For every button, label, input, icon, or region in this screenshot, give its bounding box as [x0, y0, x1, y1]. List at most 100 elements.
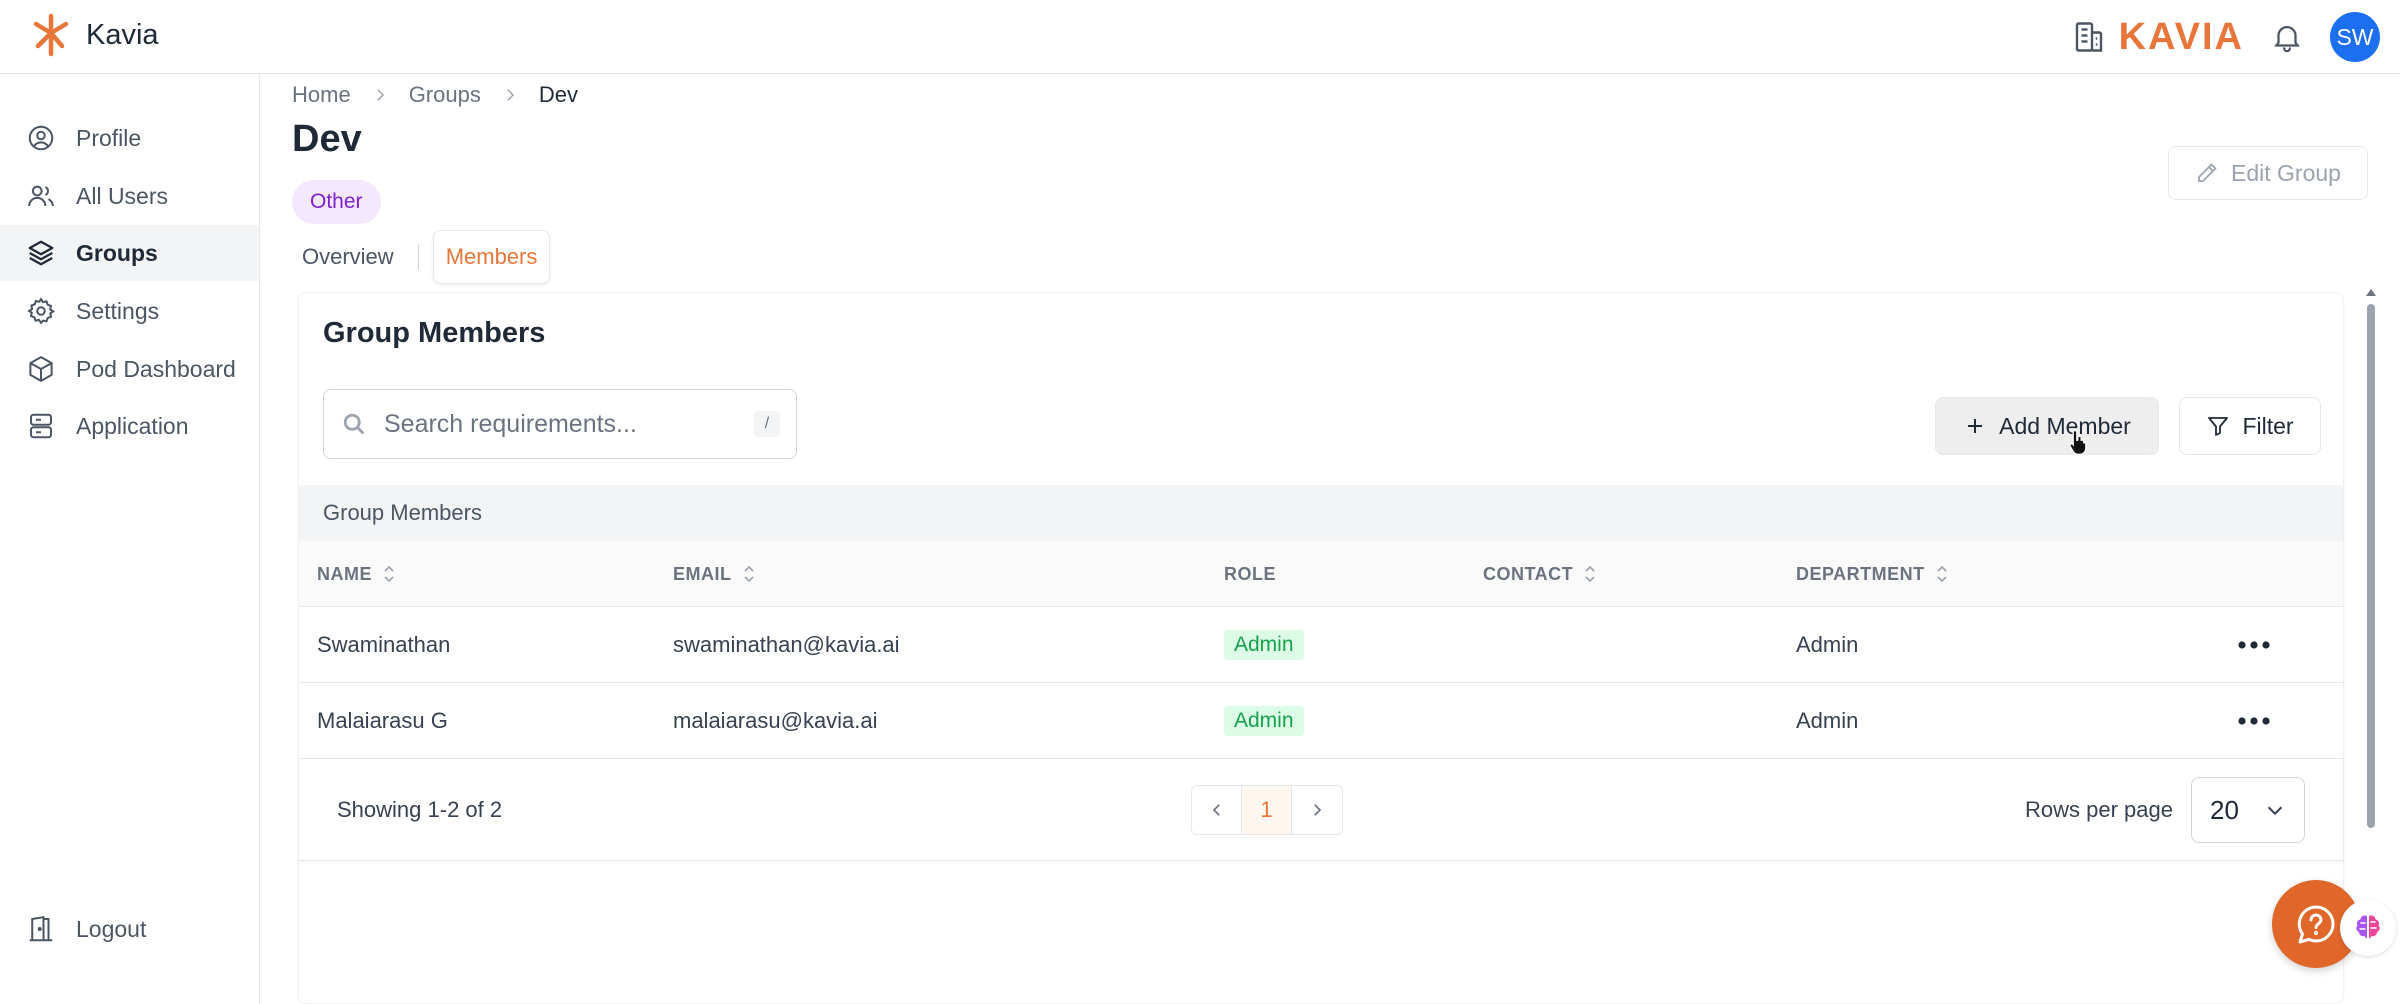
cell-department: Admin	[1796, 708, 1859, 733]
sidebar-item-application[interactable]: Application	[0, 398, 259, 454]
breadcrumb: Home Groups Dev	[292, 82, 578, 108]
rows-per-page-select[interactable]: 20	[2191, 777, 2305, 843]
cell-role: Admin	[1224, 683, 1304, 759]
layers-icon	[28, 240, 54, 266]
sort-icon	[743, 565, 754, 583]
column-header-contact[interactable]: CONTACT	[1483, 541, 1597, 607]
cell-name: Malaiarasu G	[317, 708, 448, 733]
sidebar-item-groups[interactable]: Groups	[0, 225, 259, 281]
brand[interactable]: Kavia	[28, 12, 159, 58]
top-right-actions: KAVIA SW	[2071, 12, 2380, 62]
users-icon	[28, 185, 54, 207]
ai-assistant-button[interactable]	[2340, 900, 2396, 956]
members-panel: Group Members / Add Member Filter Group …	[298, 292, 2344, 1004]
box-icon	[29, 356, 53, 382]
brand-name: Kavia	[86, 18, 159, 51]
sidebar-item-label: Logout	[76, 915, 147, 942]
search-input[interactable]	[384, 409, 738, 439]
pencil-icon	[2198, 163, 2217, 182]
edit-group-button[interactable]: Edit Group	[2168, 146, 2368, 200]
sidebar-item-all-users[interactable]: All Users	[0, 168, 259, 224]
pagination: 1	[1191, 785, 1343, 835]
brand-wordmark: KAVIA	[2118, 15, 2244, 58]
sidebar-item-logout[interactable]: Logout	[0, 901, 259, 957]
top-bar: Kavia KAVIA SW	[0, 0, 2400, 74]
table-header: NAME EMAIL ROLE CONTACT DEPARTMENT	[299, 541, 2343, 607]
tabs: Overview Members	[292, 230, 551, 284]
row-actions-button[interactable]	[2237, 683, 2271, 759]
sidebar-item-label: Settings	[76, 297, 160, 324]
sidebar: Profile All Users Groups Settings Pod Da…	[0, 74, 260, 1004]
chevron-right-icon	[376, 89, 384, 101]
prev-page-button[interactable]	[1192, 786, 1242, 834]
cell-department: Admin	[1796, 632, 1859, 657]
filter-button[interactable]: Filter	[2179, 397, 2321, 455]
scrollbar-thumb[interactable]	[2367, 304, 2375, 828]
search-box: /	[323, 389, 797, 459]
add-member-label: Add Member	[1999, 412, 2131, 439]
row-actions-button[interactable]	[2237, 607, 2271, 683]
hand-cursor-icon	[2069, 429, 2087, 455]
search-icon	[343, 413, 365, 435]
role-badge: Admin	[1224, 706, 1304, 736]
chevron-right-icon	[507, 89, 514, 101]
sidebar-item-pod-dashboard[interactable]: Pod Dashboard	[0, 341, 259, 397]
sidebar-item-profile[interactable]: Profile	[0, 110, 259, 166]
group-type-chip: Other	[292, 180, 381, 224]
edit-group-label: Edit Group	[2231, 159, 2341, 186]
cell-email: swaminathan@kavia.ai	[673, 632, 900, 657]
help-chat-icon	[2297, 905, 2335, 944]
table-caption: Group Members	[299, 485, 2343, 541]
chevron-down-icon	[2267, 806, 2283, 816]
sidebar-item-label: Groups	[76, 239, 158, 266]
next-page-button[interactable]	[1292, 786, 1342, 834]
search-shortcut-hint: /	[754, 411, 780, 437]
brain-icon	[2356, 915, 2380, 939]
panel-title: Group Members	[323, 317, 546, 349]
breadcrumb-groups[interactable]: Groups	[409, 82, 481, 108]
tab-members[interactable]: Members	[432, 230, 551, 284]
column-header-label: EMAIL	[673, 563, 732, 584]
sort-icon	[1585, 565, 1595, 583]
avatar[interactable]: SW	[2330, 12, 2380, 62]
sidebar-item-label: Pod Dashboard	[76, 355, 236, 382]
column-header-role: ROLE	[1224, 541, 1276, 607]
sidebar-item-label: Application	[76, 412, 189, 439]
cell-email: malaiarasu@kavia.ai	[673, 708, 878, 733]
cell-name: Swaminathan	[317, 632, 451, 657]
chevron-right-icon	[1314, 804, 1322, 816]
sort-icon	[1937, 565, 1947, 583]
more-horizontal-icon	[2238, 717, 2270, 725]
scroll-up-arrow-icon[interactable]	[2364, 286, 2378, 298]
filter-label: Filter	[2242, 412, 2294, 439]
table-footer: Showing 1-2 of 2 1 Rows per page 20	[299, 759, 2343, 861]
sidebar-item-settings[interactable]: Settings	[0, 283, 259, 339]
table-row[interactable]: Swaminathan swaminathan@kavia.ai Admin A…	[299, 607, 2343, 683]
sidebar-item-label: Profile	[76, 124, 142, 151]
sort-icon	[384, 565, 394, 583]
cell-role: Admin	[1224, 607, 1304, 683]
column-header-label: NAME	[317, 563, 372, 584]
column-header-label: DEPARTMENT	[1796, 563, 1925, 584]
rows-per-page-label: Rows per page	[2025, 797, 2173, 822]
plus-icon	[1968, 419, 1983, 433]
breadcrumb-home[interactable]: Home	[292, 82, 351, 108]
sidebar-item-label: All Users	[76, 182, 169, 209]
page-number-button[interactable]: 1	[1242, 786, 1292, 834]
table-row[interactable]: Malaiarasu G malaiarasu@kavia.ai Admin A…	[299, 683, 2343, 759]
tab-divider	[417, 244, 419, 270]
rows-per-page-value: 20	[2210, 794, 2239, 825]
tab-overview[interactable]: Overview	[292, 230, 404, 284]
column-header-department[interactable]: DEPARTMENT	[1796, 541, 1949, 607]
role-badge: Admin	[1224, 630, 1304, 660]
kavia-brand[interactable]: KAVIA	[2071, 16, 2244, 59]
building-icon	[2075, 22, 2102, 52]
bell-icon[interactable]	[2270, 20, 2304, 54]
showing-count: Showing 1-2 of 2	[337, 797, 503, 822]
user-circle-icon	[28, 125, 54, 151]
column-header-email[interactable]: EMAIL	[673, 541, 756, 607]
column-header-label: CONTACT	[1483, 563, 1574, 584]
breadcrumb-current: Dev	[538, 82, 578, 107]
column-header-name[interactable]: NAME	[317, 541, 396, 607]
add-member-button[interactable]: Add Member	[1935, 397, 2159, 455]
